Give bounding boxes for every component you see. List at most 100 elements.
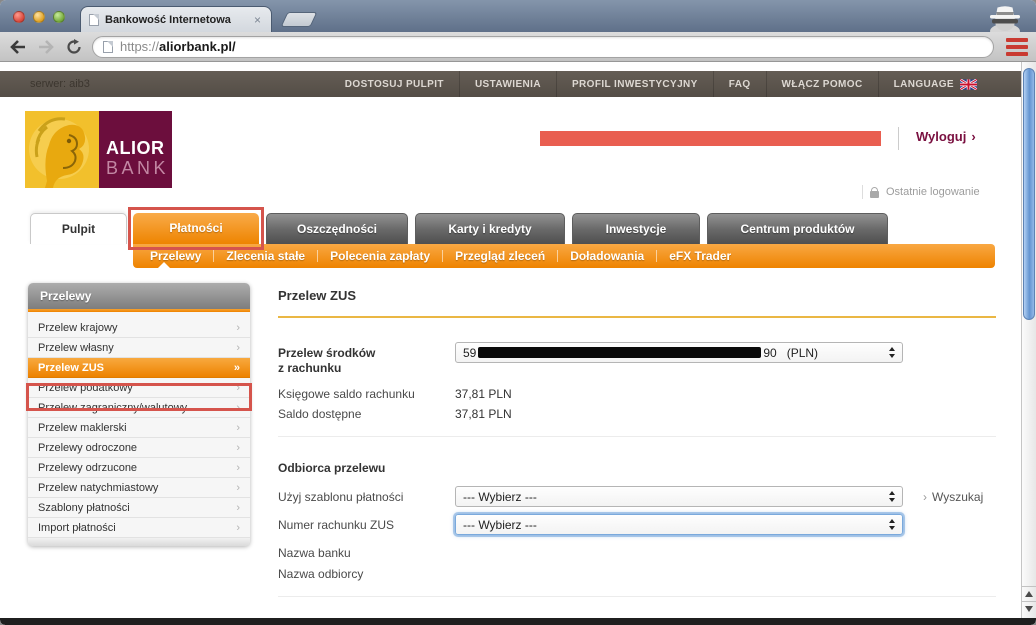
last-login-label: Ostatnie logowanie [886, 186, 980, 198]
search-template-link[interactable]: › Wyszukaj [923, 486, 983, 504]
menu-item-faq[interactable]: FAQ [713, 71, 766, 97]
url-bar[interactable]: https://aliorbank.pl/ [92, 36, 994, 58]
site-menu: DOSTOSUJ PULPIT USTAWIENIA PROFIL INWEST… [330, 71, 992, 97]
window-controls [13, 11, 65, 23]
sidebar-item-label: Szablony płatności [38, 498, 236, 518]
site-menubar: serwer: aib3 DOSTOSUJ PULPIT USTAWIENIA … [0, 71, 1036, 97]
alior-bank-logo[interactable]: ALIOR BANK [25, 111, 172, 188]
sidebar-item-import-platnosci[interactable]: Import płatności › [28, 518, 250, 538]
chevron-right-icon: › [236, 398, 240, 418]
menu-item-language[interactable]: LANGUAGE [878, 71, 992, 97]
sidebar-item-przelew-wlasny[interactable]: Przelew własny › [28, 338, 250, 358]
sidebar-item-szablony-platnosci[interactable]: Szablony płatności › [28, 498, 250, 518]
sidebar-list: Przelew krajowy › Przelew własny › Przel… [28, 312, 250, 538]
tab-inwestycje[interactable]: Inwestycje [572, 213, 700, 244]
url-host: aliorbank.pl/ [159, 39, 236, 54]
page-icon [103, 41, 113, 53]
chevron-right-icon: › [236, 518, 240, 538]
logout-label: Wyloguj [916, 129, 966, 144]
sidebar-item-przelew-zus[interactable]: Przelew ZUS » [28, 358, 250, 378]
sidebar-item-przelew-natychmiastowy[interactable]: Przelew natychmiastowy › [28, 478, 250, 498]
source-account-label: Przelew środków z rachunku [278, 342, 455, 376]
scrollbar-thumb[interactable] [1023, 68, 1035, 320]
sidebar-item-label: Przelewy odroczone [38, 438, 236, 458]
source-account-select[interactable]: 59 90 (PLN) [455, 342, 903, 363]
chevron-right-icon: › [236, 498, 240, 518]
sidebar-item-przelew-zagraniczny[interactable]: Przelew zagraniczny/walutowy › [28, 398, 250, 418]
sidebar-item-przelewy-odroczone[interactable]: Przelewy odroczone › [28, 438, 250, 458]
last-login[interactable]: Ostatnie logowanie [862, 185, 980, 199]
reload-button[interactable] [64, 37, 84, 57]
browser-window: Bankowość Internetowa × [0, 0, 1036, 625]
subnav-przeglad-zlecen[interactable]: Przegląd zleceń [443, 249, 557, 263]
lock-icon [870, 191, 879, 198]
sidebar-item-label: Przelew podatkowy [38, 378, 236, 398]
browser-titlebar: Bankowość Internetowa × [0, 0, 1036, 32]
tab-pulpit[interactable]: Pulpit [30, 213, 127, 244]
chevron-right-icon: › [236, 318, 240, 338]
menu-item-ustawienia[interactable]: USTAWIENIA [459, 71, 556, 97]
subnav-doladowania[interactable]: Doładowania [558, 249, 656, 263]
zoom-window-button[interactable] [53, 11, 65, 23]
logo-text-alior: ALIOR [106, 138, 172, 158]
chevron-double-right-icon: » [234, 358, 240, 378]
active-subnav-pointer [158, 262, 170, 268]
zus-account-select[interactable]: --- Wybierz --- [455, 514, 903, 535]
forward-button[interactable] [36, 37, 56, 57]
page-scrollbar[interactable] [1021, 62, 1036, 618]
account-number-suffix: 90 [763, 346, 776, 360]
redaction-bar-account [478, 347, 761, 358]
sidebar-item-przelew-krajowy[interactable]: Przelew krajowy › [28, 318, 250, 338]
page-content: serwer: aib3 DOSTOSUJ PULPIT USTAWIENIA … [0, 63, 1036, 618]
subnav-efx-trader[interactable]: eFX Trader [657, 249, 743, 263]
chevron-right-icon: › [236, 418, 240, 438]
logout-link[interactable]: Wyloguj› [916, 129, 976, 144]
payment-template-select[interactable]: --- Wybierz --- [455, 486, 903, 507]
tab-centrum-produktow[interactable]: Centrum produktów [707, 213, 888, 244]
subnav-zlecenia-stale[interactable]: Zlecenia stałe [214, 249, 317, 263]
chevron-right-icon: › [923, 490, 927, 504]
zus-account-label: Numer rachunku ZUS [278, 514, 455, 533]
sidebar-item-przelewy-odrzucone[interactable]: Przelewy odrzucone › [28, 458, 250, 478]
new-tab-button[interactable] [281, 12, 318, 27]
url-text: https://aliorbank.pl/ [120, 38, 236, 56]
menu-item-profil-inwestycyjny[interactable]: PROFIL INWESTYCYJNY [556, 71, 713, 97]
sidebar-item-label: Przelew krajowy [38, 318, 236, 338]
scroll-down-button[interactable] [1022, 601, 1036, 616]
back-button[interactable] [8, 37, 28, 57]
sidebar-item-label: Przelew ZUS [38, 358, 234, 378]
divider [862, 185, 863, 199]
sidebar-item-label: Import płatności [38, 518, 236, 538]
menu-item-language-label: LANGUAGE [894, 79, 954, 90]
close-tab-icon[interactable]: × [252, 13, 263, 27]
redaction-bar-username [540, 131, 881, 146]
sidebar-item-przelew-podatkowy[interactable]: Przelew podatkowy › [28, 378, 250, 398]
section-divider [278, 596, 996, 597]
zus-account-value: --- Wybierz --- [463, 518, 537, 532]
page-title: Przelew ZUS [278, 288, 996, 318]
select-stepper-icon [883, 519, 895, 530]
subnav-polecenia-zaplaty[interactable]: Polecenia zapłaty [318, 249, 442, 263]
tab-karty-i-kredyty[interactable]: Karty i kredyty [415, 213, 565, 244]
chevron-right-icon: › [236, 478, 240, 498]
payments-subnav: Przelewy Zlecenia stałe Polecenia zapłat… [133, 244, 995, 268]
menu-item-dostosuj-pulpit[interactable]: DOSTOSUJ PULPIT [330, 71, 459, 97]
payment-template-value: --- Wybierz --- [463, 490, 537, 504]
browser-menu-icon[interactable] [1006, 36, 1028, 58]
window-bottom-edge [0, 618, 1036, 625]
scroll-up-button[interactable] [1022, 586, 1036, 601]
browser-tab[interactable]: Bankowość Internetowa × [80, 6, 272, 32]
tab-platnosci[interactable]: Płatności [133, 213, 259, 244]
minimize-window-button[interactable] [33, 11, 45, 23]
book-balance-label: Księgowe saldo rachunku [278, 383, 455, 402]
recipient-name-label: Nazwa odbiorcy [278, 563, 455, 582]
account-number-prefix: 59 [463, 346, 476, 360]
menu-item-wlacz-pomoc[interactable]: WŁĄCZ POMOC [766, 71, 878, 97]
select-stepper-icon [883, 491, 895, 502]
sidebar-item-przelew-maklerski[interactable]: Przelew maklerski › [28, 418, 250, 438]
bank-name-label: Nazwa banku [278, 542, 455, 561]
payment-template-label: Użyj szablonu płatności [278, 486, 455, 505]
subnav-przelewy[interactable]: Przelewy [150, 249, 213, 263]
close-window-button[interactable] [13, 11, 25, 23]
tab-oszczednosci[interactable]: Oszczędności [266, 213, 408, 244]
